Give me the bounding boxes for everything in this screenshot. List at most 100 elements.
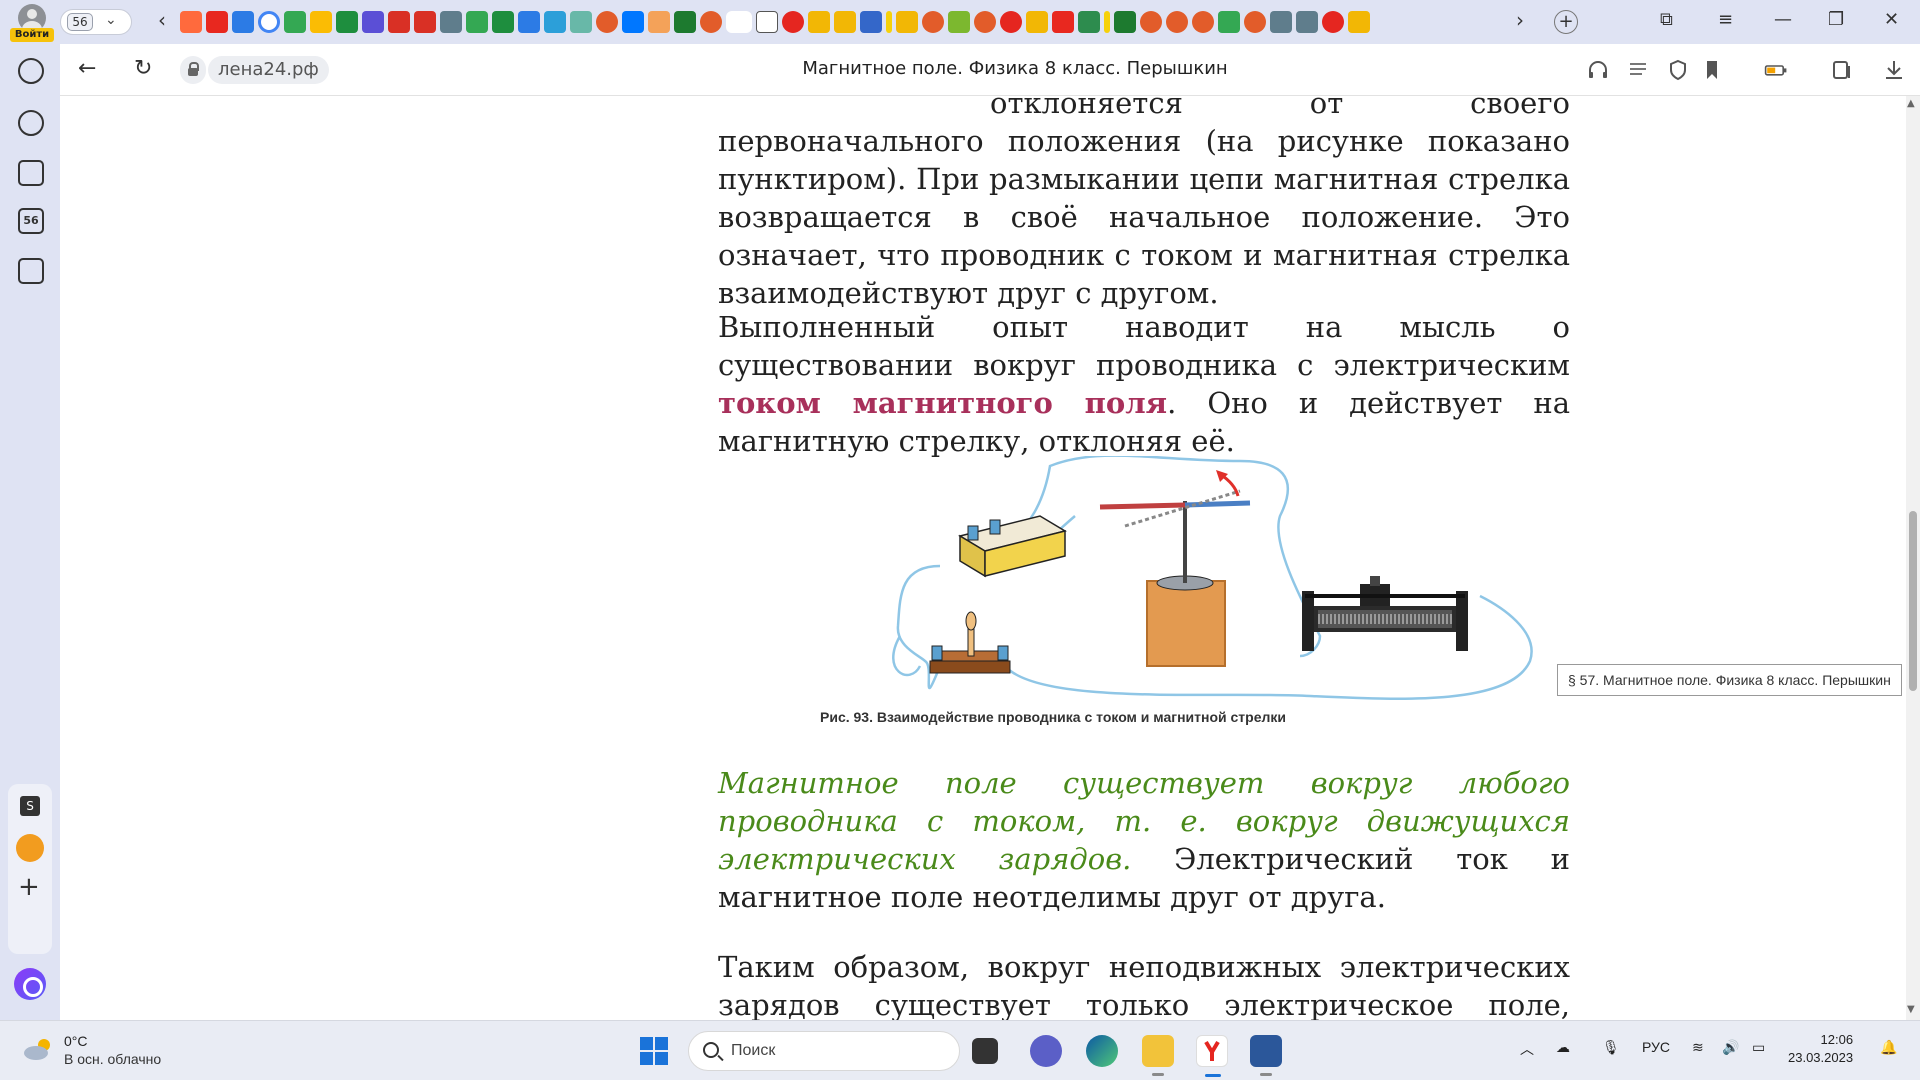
tab-favicon[interactable] bbox=[570, 11, 592, 33]
tab-favicon[interactable] bbox=[1322, 11, 1344, 33]
show-hidden-icons[interactable]: ︿ bbox=[1520, 1039, 1534, 1059]
new-tab-button[interactable]: + bbox=[1554, 10, 1578, 34]
scrollbar[interactable]: ▲ ▼ bbox=[1906, 96, 1920, 1020]
tab-favicon[interactable] bbox=[1348, 11, 1370, 33]
volume-icon[interactable]: 🔊 bbox=[1722, 1039, 1739, 1056]
tab-favicon[interactable] bbox=[1192, 11, 1214, 33]
tab-favicon[interactable] bbox=[1140, 11, 1162, 33]
reader-mode-icon[interactable] bbox=[1626, 58, 1650, 82]
tab-favicon[interactable] bbox=[310, 11, 332, 33]
windows-start-icon[interactable] bbox=[640, 1037, 668, 1065]
tab-favicon[interactable] bbox=[440, 11, 462, 33]
tab-favicon[interactable] bbox=[232, 11, 254, 33]
lock-icon[interactable] bbox=[180, 56, 206, 84]
protect-icon[interactable] bbox=[1666, 58, 1690, 82]
tabs-scroll-left-icon[interactable]: ‹ bbox=[158, 8, 166, 32]
active-tab[interactable] bbox=[726, 11, 752, 33]
wifi-icon[interactable]: ≋ bbox=[1692, 1039, 1704, 1056]
file-explorer-icon[interactable] bbox=[1142, 1035, 1174, 1076]
battery-icon[interactable]: ▭ bbox=[1752, 1039, 1765, 1056]
tab-favicon[interactable] bbox=[1114, 11, 1136, 33]
profile-button[interactable]: Войти bbox=[10, 4, 54, 42]
tab-favicon[interactable] bbox=[180, 11, 202, 33]
tab-favicon[interactable] bbox=[1166, 11, 1188, 33]
tab-favicon[interactable] bbox=[596, 11, 618, 33]
tab-favicon[interactable] bbox=[466, 11, 488, 33]
tab-favicon[interactable] bbox=[922, 11, 944, 33]
yandex-browser-icon[interactable] bbox=[1196, 1035, 1228, 1077]
tab-favicon[interactable] bbox=[1244, 11, 1266, 33]
scroll-up-icon[interactable]: ▲ bbox=[1907, 98, 1915, 109]
tab-favicon[interactable] bbox=[896, 11, 918, 33]
task-view-icon[interactable] bbox=[972, 1038, 998, 1064]
taskbar-search[interactable]: Поиск bbox=[688, 1031, 960, 1071]
back-button[interactable]: ← bbox=[78, 56, 96, 81]
tabs-count-badge[interactable]: 56 bbox=[18, 208, 44, 234]
tab-favicon[interactable] bbox=[1000, 11, 1022, 33]
tab-favicon[interactable] bbox=[206, 11, 228, 33]
add-app-icon[interactable]: + bbox=[18, 872, 40, 902]
close-icon[interactable]: ✕ bbox=[1884, 9, 1899, 30]
tab-favicon[interactable] bbox=[518, 11, 540, 33]
mail-icon[interactable] bbox=[16, 834, 44, 862]
tab-favicon[interactable] bbox=[886, 11, 892, 33]
onedrive-icon[interactable]: ☁ bbox=[1556, 1039, 1570, 1056]
tab-favicon[interactable] bbox=[1052, 11, 1074, 33]
tab-favicon[interactable] bbox=[544, 11, 566, 33]
tab-favicon[interactable] bbox=[622, 11, 644, 33]
battery-saver-icon[interactable] bbox=[1764, 58, 1788, 82]
tab-favicon[interactable] bbox=[336, 11, 358, 33]
minimize-icon[interactable]: — bbox=[1774, 9, 1792, 30]
collections-icon[interactable] bbox=[18, 160, 44, 186]
tab-favicon[interactable] bbox=[258, 11, 280, 33]
tab-favicon[interactable] bbox=[362, 11, 384, 33]
tab-favicon[interactable] bbox=[948, 11, 970, 33]
scroll-thumb[interactable] bbox=[1909, 511, 1917, 691]
tab-favicon[interactable] bbox=[834, 11, 856, 33]
alice-assistant-icon[interactable] bbox=[14, 968, 46, 1000]
chat-icon[interactable] bbox=[1030, 1035, 1062, 1067]
tab-favicon[interactable] bbox=[1026, 11, 1048, 33]
edge-icon[interactable] bbox=[1086, 1035, 1118, 1067]
tab-favicon[interactable] bbox=[860, 11, 882, 33]
tab-favicon[interactable] bbox=[1218, 11, 1240, 33]
s-app-icon[interactable]: S bbox=[20, 796, 40, 816]
tab-favicon[interactable] bbox=[284, 11, 306, 33]
tab-favicon[interactable] bbox=[756, 11, 778, 33]
tab-favicon[interactable] bbox=[492, 11, 514, 33]
tab-favicon[interactable] bbox=[674, 11, 696, 33]
tab-favicon[interactable] bbox=[648, 11, 670, 33]
tab-favicon[interactable] bbox=[974, 11, 996, 33]
tab-favicon[interactable] bbox=[414, 11, 436, 33]
screenshot-icon[interactable] bbox=[18, 258, 44, 284]
tab-favicon[interactable] bbox=[700, 11, 722, 33]
bookmark-icon[interactable] bbox=[1700, 58, 1724, 82]
tab-favicon[interactable] bbox=[808, 11, 830, 33]
tabs-scroll-right-icon[interactable]: › bbox=[1516, 8, 1524, 32]
scroll-down-icon[interactable]: ▼ bbox=[1907, 1004, 1915, 1015]
clock[interactable]: 12:06 23.03.2023 bbox=[1788, 1031, 1853, 1067]
microphone-icon[interactable]: 🎙 bbox=[1602, 1039, 1620, 1056]
menu-icon[interactable]: ≡ bbox=[1718, 9, 1733, 30]
download-icon[interactable] bbox=[1882, 58, 1906, 82]
language-indicator[interactable]: РУС bbox=[1642, 1039, 1670, 1055]
tab-favicon[interactable] bbox=[1104, 11, 1110, 33]
history-icon[interactable] bbox=[18, 58, 44, 84]
weather-widget[interactable]: 0°C В осн. облачно bbox=[22, 1031, 242, 1071]
tab-manager-icon[interactable]: ⧉ bbox=[1660, 9, 1673, 30]
word-icon[interactable] bbox=[1250, 1035, 1282, 1076]
tab-favicon[interactable] bbox=[1270, 11, 1292, 33]
restore-icon[interactable]: ❐ bbox=[1828, 9, 1844, 30]
tab-count-button[interactable]: 56 ⌄ bbox=[60, 9, 132, 35]
url-field[interactable]: лена24.рф bbox=[180, 56, 390, 84]
tab-favicon[interactable] bbox=[782, 11, 804, 33]
video-icon[interactable] bbox=[18, 110, 44, 136]
tab-favicon[interactable] bbox=[1296, 11, 1318, 33]
url-text[interactable]: лена24.рф bbox=[208, 56, 329, 84]
headphones-icon[interactable] bbox=[1586, 58, 1610, 82]
tab-favicon[interactable] bbox=[388, 11, 410, 33]
notifications-icon[interactable]: 🔔 bbox=[1880, 1039, 1897, 1056]
tab-favicon[interactable] bbox=[1078, 11, 1100, 33]
collections-icon[interactable] bbox=[1830, 58, 1854, 82]
reload-button[interactable]: ↻ bbox=[134, 56, 152, 81]
